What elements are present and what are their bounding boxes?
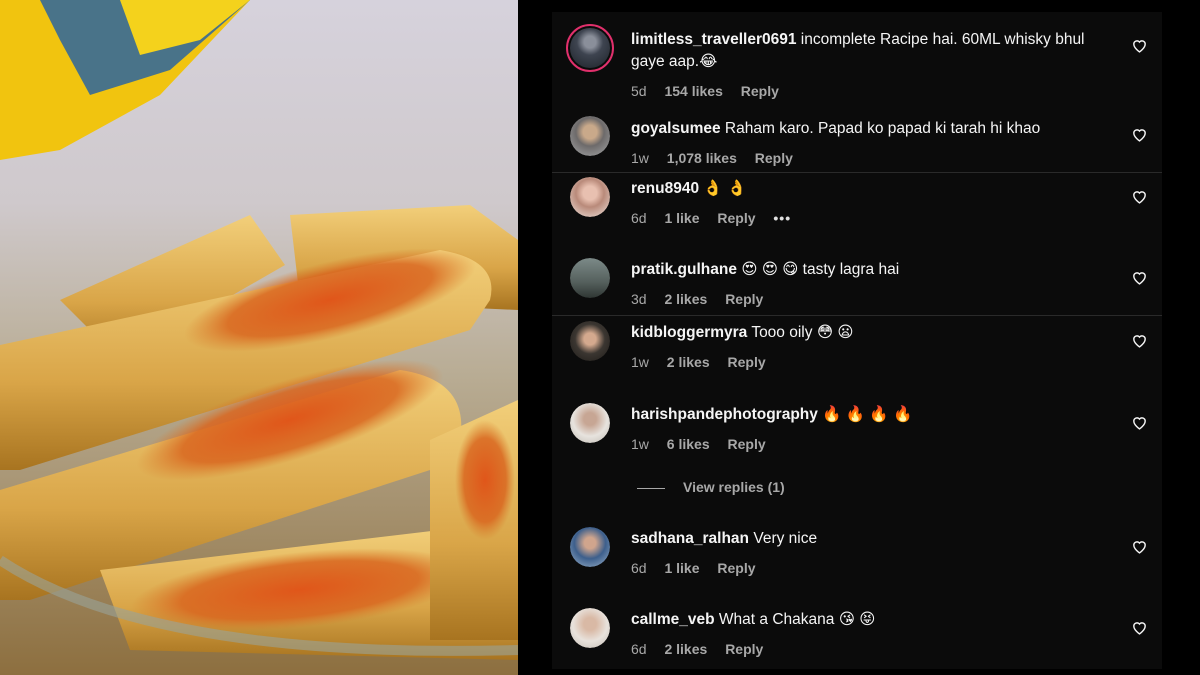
comment-time[interactable]: 6d	[631, 560, 647, 576]
avatar-image	[570, 321, 610, 361]
comment-emoji: 👌 👌	[703, 180, 747, 197]
comment-text: Tooo oily	[751, 324, 813, 341]
comment-meta: 6d 1 like Reply •••	[631, 210, 805, 226]
comment-meta: 3d 2 likes Reply	[631, 291, 777, 307]
avatar-image	[570, 116, 610, 156]
comment-body: callme_veb What a Chakana 😘 😝	[631, 609, 1101, 631]
divider	[552, 315, 1162, 316]
comment-time[interactable]: 3d	[631, 291, 647, 307]
food-photo	[0, 0, 518, 675]
avatar-image	[570, 177, 610, 217]
view-replies-button[interactable]: View replies (1)	[637, 479, 785, 495]
avatar[interactable]	[570, 527, 610, 567]
heart-outline-icon[interactable]	[1131, 37, 1148, 54]
comment-time[interactable]: 1w	[631, 354, 649, 370]
comment-likes[interactable]: 154 likes	[664, 83, 722, 99]
avatar[interactable]	[570, 321, 610, 361]
comment-body: pratik.gulhane 😍 😍 😋 tasty lagra hai	[631, 259, 1101, 281]
comment-emoji: 😘 😝	[838, 611, 876, 628]
comment-username[interactable]: renu8940	[631, 180, 699, 197]
heart-outline-icon[interactable]	[1131, 538, 1148, 555]
avatar-image	[570, 28, 610, 68]
avatar[interactable]	[570, 258, 610, 298]
comment-body: goyalsumee Raham karo. Papad ko papad ki…	[631, 118, 1101, 140]
comment-meta: 5d 154 likes Reply	[631, 83, 793, 99]
comment-emoji: 😳 😦	[816, 324, 854, 341]
avatar-image	[570, 258, 610, 298]
comment-body: kidbloggermyra Tooo oily 😳 😦	[631, 322, 1101, 344]
comment-likes[interactable]: 1,078 likes	[667, 150, 737, 166]
comment-meta: 1w 1,078 likes Reply	[631, 150, 807, 166]
avatar[interactable]	[570, 177, 610, 217]
heart-outline-icon[interactable]	[1131, 414, 1148, 431]
comment-body: renu8940 👌 👌	[631, 178, 1101, 200]
reply-button[interactable]: Reply	[725, 291, 763, 307]
avatar-image	[570, 608, 610, 648]
comment-username[interactable]: sadhana_ralhan	[631, 530, 749, 547]
comment-emoji: 😍 😍 😋	[741, 261, 799, 278]
reply-button[interactable]: Reply	[728, 354, 766, 370]
comment-text: Very nice	[753, 530, 818, 547]
comment-time[interactable]: 1w	[631, 150, 649, 166]
comment-time[interactable]: 1w	[631, 436, 649, 452]
comment-likes[interactable]: 2 likes	[664, 641, 707, 657]
comment-likes[interactable]: 6 likes	[667, 436, 710, 452]
heart-outline-icon[interactable]	[1131, 188, 1148, 205]
avatar[interactable]	[570, 403, 610, 443]
comment-time[interactable]: 5d	[631, 83, 647, 99]
avatar[interactable]	[570, 608, 610, 648]
reply-button[interactable]: Reply	[717, 210, 755, 226]
reply-button[interactable]: Reply	[741, 83, 779, 99]
comment-text: What a Chakana	[718, 611, 835, 628]
view-replies-label: View replies (1)	[683, 479, 785, 495]
heart-outline-icon[interactable]	[1131, 619, 1148, 636]
heart-outline-icon[interactable]	[1131, 332, 1148, 349]
more-options-icon[interactable]: •••	[773, 210, 791, 226]
comment-username[interactable]: goyalsumee	[631, 120, 721, 137]
comment-text: tasty lagra hai	[802, 261, 900, 278]
divider	[552, 172, 1162, 173]
comment-likes[interactable]: 1 like	[664, 210, 699, 226]
avatar[interactable]	[570, 116, 610, 156]
papad-rolls-illustration	[0, 0, 518, 660]
comment-username[interactable]: callme_veb	[631, 611, 715, 628]
comment-meta: 6d 2 likes Reply	[631, 641, 777, 657]
reply-button[interactable]: Reply	[728, 436, 766, 452]
comment-body: sadhana_ralhan Very nice	[631, 528, 1101, 550]
comment-emoji: 😂	[699, 53, 718, 70]
comment-username[interactable]: kidbloggermyra	[631, 324, 747, 341]
comment-likes[interactable]: 1 like	[664, 560, 699, 576]
comment-body: limitless_traveller0691 incomplete Racip…	[631, 29, 1101, 73]
avatar[interactable]	[566, 24, 614, 72]
comment-username[interactable]: harishpandephotography	[631, 406, 818, 423]
reply-button[interactable]: Reply	[725, 641, 763, 657]
comment-time[interactable]: 6d	[631, 210, 647, 226]
avatar-image	[570, 403, 610, 443]
comments-panel[interactable]: limitless_traveller0691 incomplete Racip…	[552, 12, 1162, 669]
reply-button[interactable]: Reply	[717, 560, 755, 576]
comment-time[interactable]: 6d	[631, 641, 647, 657]
reply-button[interactable]: Reply	[755, 150, 793, 166]
heart-outline-icon[interactable]	[1131, 269, 1148, 286]
comment-username[interactable]: limitless_traveller0691	[631, 31, 796, 48]
comment-meta: 1w 2 likes Reply	[631, 354, 780, 370]
comment-body: harishpandephotography 🔥 🔥 🔥 🔥	[631, 404, 1101, 426]
view-replies-line	[637, 487, 665, 489]
comment-likes[interactable]: 2 likes	[667, 354, 710, 370]
comment-likes[interactable]: 2 likes	[664, 291, 707, 307]
comment-meta: 1w 6 likes Reply	[631, 436, 780, 452]
comment-meta: 6d 1 like Reply	[631, 560, 770, 576]
avatar-image	[570, 527, 610, 567]
comment-emoji: 🔥 🔥 🔥 🔥	[822, 406, 913, 423]
heart-outline-icon[interactable]	[1131, 126, 1148, 143]
comment-username[interactable]: pratik.gulhane	[631, 261, 737, 278]
comment-text: Raham karo. Papad ko papad ki tarah hi k…	[724, 120, 1041, 137]
